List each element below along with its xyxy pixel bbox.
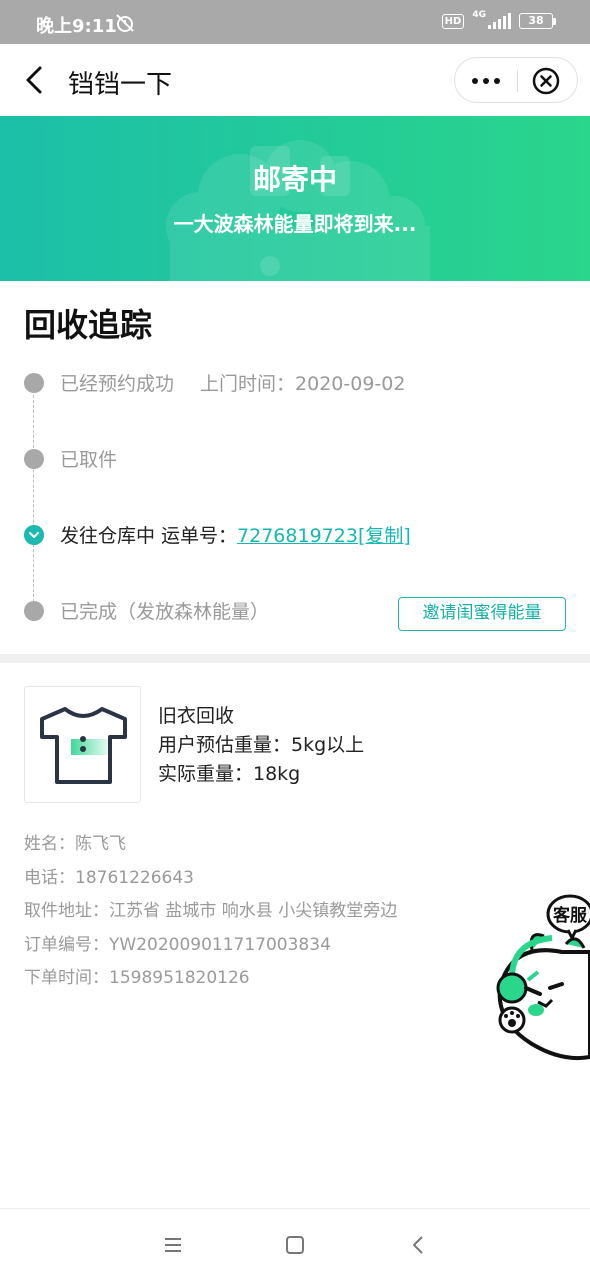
status-banner: 邮寄中 一大波森林能量即将到来... (0, 116, 590, 281)
section-divider (0, 654, 590, 663)
hd-badge: HD (441, 13, 465, 29)
estimated-weight: 用户预估重量：5kg以上 (158, 734, 365, 756)
customer-service-label: 客服 (552, 905, 588, 926)
step-text: 已取件 (60, 449, 118, 471)
chevron-down-icon (24, 525, 44, 545)
product-info: 旧衣回收 用户预估重量：5kg以上 实际重量：18kg (158, 702, 364, 789)
product-name: 旧衣回收 (158, 705, 235, 727)
copy-link[interactable]: [复制] (358, 525, 411, 547)
step-dot (24, 373, 44, 393)
back-icon[interactable] (406, 1233, 432, 1257)
product-thumbnail (24, 686, 141, 803)
status-time: 晚上9:11 (36, 16, 117, 37)
banner-subtitle: 一大波森林能量即将到来... (173, 212, 417, 236)
pickup-time: 上门时间：2020-09-02 (200, 373, 406, 395)
menu-icon[interactable] (160, 1233, 186, 1257)
timeline-step-picked-up: 已取件 (0, 440, 590, 476)
pickup-address: 取件地址：江苏省 盐城市 响水县 小尖镇教堂旁边 (24, 901, 398, 921)
capsule-divider (517, 70, 518, 92)
invite-friend-button[interactable]: 邀请闺蜜得能量 (398, 597, 566, 631)
banner-title: 邮寄中 (252, 163, 337, 196)
close-icon[interactable] (531, 66, 561, 96)
more-options-icon[interactable] (455, 58, 517, 104)
customer-service-mascot[interactable]: 客服 (492, 892, 590, 1072)
order-time: 下单时间：1598951820126 (24, 968, 250, 988)
page-title: 铛铛一下 (68, 70, 173, 100)
timeline-step-shipping: 发往仓库中 运单号：7276819723[复制] (0, 516, 590, 552)
timeline-step-booked: 已经预约成功 上门时间：2020-09-02 (0, 364, 590, 400)
order-details: 姓名：陈飞飞 电话：18761226643 取件地址：江苏省 盐城市 响水县 小… (24, 828, 397, 996)
status-bar: 晚上9:11 HD 4G 38 (0, 0, 590, 44)
forest-decoration (166, 140, 430, 281)
contact-name: 姓名：陈飞飞 (24, 834, 126, 854)
contact-phone: 电话：18761226643 (24, 867, 194, 888)
step-text: 已经预约成功 上门时间：2020-09-02 (60, 373, 406, 395)
signal-icon (488, 13, 511, 29)
network-label: 4G (472, 10, 486, 20)
order-number: 订单编号：YW202009011717003834 (24, 934, 331, 955)
back-arrow-icon[interactable] (16, 60, 56, 100)
mini-program-capsule (454, 57, 578, 103)
status-indicators: HD 4G 38 (441, 10, 556, 29)
step-dot (24, 449, 44, 469)
battery-icon: 38 (519, 13, 556, 29)
section-title: 回收追踪 (24, 306, 153, 344)
battery-level: 38 (519, 13, 553, 29)
tracking-number-link[interactable]: 7276819723[复制] (237, 525, 411, 547)
tshirt-icon (40, 707, 127, 784)
title-bar: 铛铛一下 (0, 44, 590, 116)
step-text: 已完成（发放森林能量） (60, 601, 270, 623)
step-text: 发往仓库中 运单号：7276819723[复制] (60, 525, 411, 547)
timeline-line (33, 390, 34, 612)
system-nav-bar (0, 1208, 590, 1280)
alarm-off-icon (116, 14, 134, 32)
actual-weight: 实际重量：18kg (158, 763, 301, 785)
home-icon[interactable] (282, 1233, 308, 1257)
step-dot (24, 601, 44, 621)
